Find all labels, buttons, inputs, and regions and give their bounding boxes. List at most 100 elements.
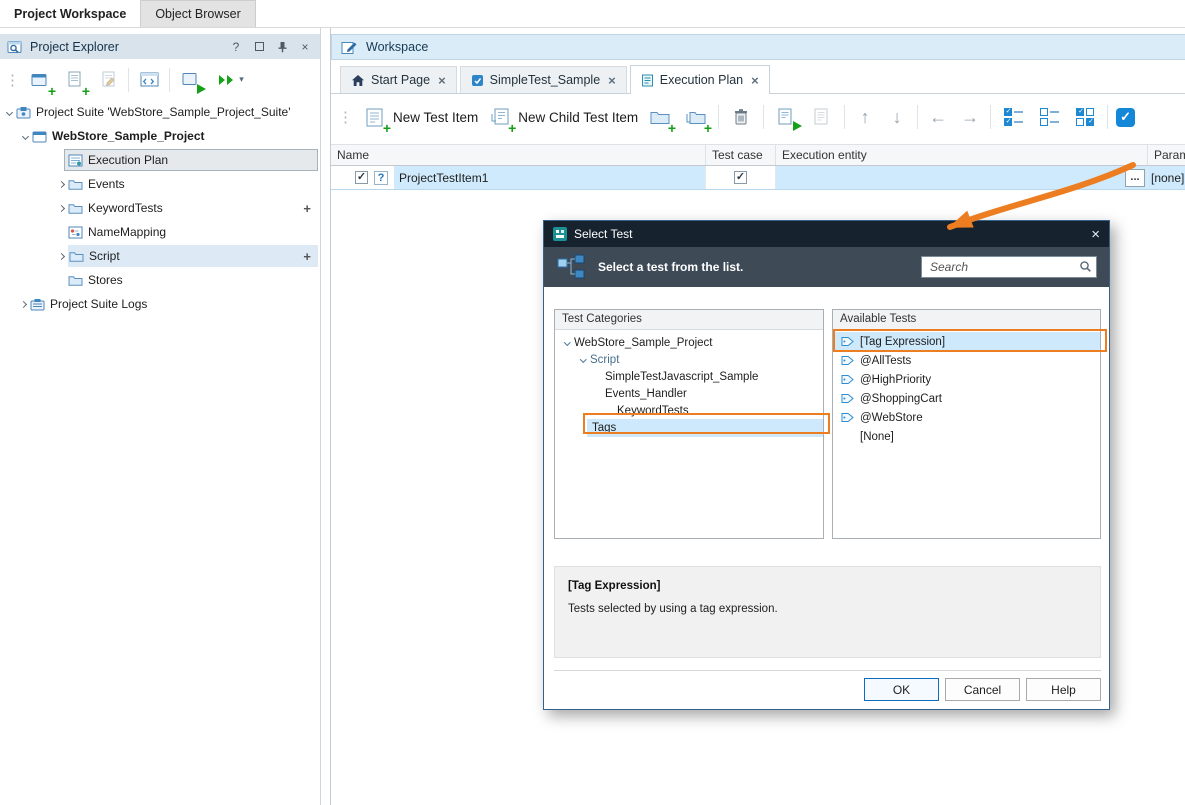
tree-item-project[interactable]: WebStore_Sample_Project: [0, 124, 320, 148]
toggle-check-items-button[interactable]: [1071, 103, 1099, 131]
tree-item-namemapping[interactable]: NameMapping: [0, 220, 320, 244]
execution-entity-cell[interactable]: ...: [776, 166, 1148, 189]
dropdown-arrow-icon: ▾: [239, 74, 244, 85]
close-panel-icon[interactable]: ×: [297, 40, 313, 54]
run-project-button[interactable]: [176, 66, 204, 94]
logs-icon: [30, 298, 45, 311]
chevron-down-icon[interactable]: [18, 134, 32, 139]
run-focused-item-button[interactable]: [772, 103, 800, 131]
category-item-script[interactable]: Script: [555, 351, 823, 368]
home-icon: [351, 74, 365, 87]
tab-simpletest-sample[interactable]: SimpleTest_Sample ×: [460, 66, 627, 93]
plus-badge: +: [82, 86, 90, 97]
folder-icon: [69, 250, 84, 262]
indent-item-button[interactable]: →: [958, 107, 982, 128]
chevron-right-icon[interactable]: [16, 302, 30, 307]
browse-execution-entity-button[interactable]: ...: [1125, 169, 1145, 187]
column-header-name[interactable]: Name: [331, 145, 706, 165]
test-categories-tree: WebStore_Sample_Project Script SimpleTes…: [555, 330, 823, 437]
column-header-test-case[interactable]: Test case: [706, 145, 776, 165]
tree-item-label: NameMapping: [88, 225, 166, 239]
available-test-shoppingcart[interactable]: @ShoppingCart: [833, 389, 1100, 408]
chevron-down-icon[interactable]: [561, 340, 574, 345]
close-icon[interactable]: ×: [438, 73, 446, 88]
tree-item-project-suite[interactable]: Project Suite 'WebStore_Sample_Project_S…: [0, 100, 320, 124]
add-child-group-button[interactable]: +: [682, 103, 710, 131]
tab-start-page[interactable]: Start Page ×: [340, 66, 457, 93]
delete-button[interactable]: [727, 103, 755, 131]
chevron-right-icon[interactable]: [54, 206, 68, 211]
row-enabled-checkbox[interactable]: ✓: [355, 171, 368, 184]
test-case-checkbox[interactable]: ✓: [734, 171, 747, 184]
tag-icon: [841, 393, 854, 404]
tag-icon: [841, 336, 854, 347]
tree-item-execution-plan[interactable]: Execution Plan: [0, 148, 320, 172]
test-item-name[interactable]: ProjectTestItem1: [394, 166, 705, 189]
add-item-button[interactable]: +: [60, 66, 88, 94]
test-case-cell: ✓: [706, 166, 776, 189]
tab-project-workspace[interactable]: Project Workspace: [0, 0, 140, 27]
test-item-row[interactable]: ✓ ? ProjectTestItem1 ✓ ... [none]: [331, 166, 1185, 190]
namemapping-icon: [68, 226, 83, 239]
float-window-icon[interactable]: [251, 42, 267, 51]
toolbar-handle[interactable]: ⋮: [3, 71, 20, 89]
tree-item-project-suite-logs[interactable]: Project Suite Logs: [0, 292, 320, 316]
tab-execution-plan[interactable]: Execution Plan ×: [630, 65, 770, 94]
chevron-down-icon[interactable]: [577, 357, 590, 362]
edit-item-button[interactable]: [94, 66, 122, 94]
available-test-none[interactable]: [None]: [833, 427, 1100, 446]
tree-item-stores[interactable]: Stores: [0, 268, 320, 292]
close-icon[interactable]: ×: [751, 73, 759, 88]
search-input[interactable]: [921, 256, 1097, 278]
tree-item-keywordtests[interactable]: KeywordTests +: [0, 196, 320, 220]
move-up-button[interactable]: ↑: [853, 107, 877, 128]
tree-item-script[interactable]: Script +: [0, 244, 320, 268]
add-group-button[interactable]: +: [646, 103, 674, 131]
help-button[interactable]: Help: [1026, 678, 1101, 701]
run-with-options-button[interactable]: ▾: [210, 66, 250, 94]
outdent-item-button[interactable]: ←: [926, 107, 950, 128]
toolbar-handle[interactable]: ⋮: [336, 108, 353, 126]
tab-project-workspace-label: Project Workspace: [14, 7, 126, 21]
available-test-highpriority[interactable]: @HighPriority: [833, 370, 1100, 389]
tab-object-browser[interactable]: Object Browser: [140, 0, 255, 27]
available-test-alltests[interactable]: @AllTests: [833, 351, 1100, 370]
code-editor-button[interactable]: [135, 66, 163, 94]
available-test-tag-expression[interactable]: [Tag Expression]: [833, 332, 1100, 351]
move-down-button[interactable]: ↓: [885, 107, 909, 128]
enabled-check-icon[interactable]: ✓: [1116, 108, 1135, 127]
chevron-right-icon[interactable]: [54, 182, 68, 187]
tree-item-events[interactable]: Events: [0, 172, 320, 196]
pin-icon[interactable]: [274, 41, 290, 53]
check-all-items-button[interactable]: [999, 103, 1027, 131]
add-project-button[interactable]: +: [26, 66, 54, 94]
help-icon[interactable]: ?: [228, 40, 244, 54]
parameters-cell[interactable]: [none]: [1148, 166, 1185, 189]
category-item-project[interactable]: WebStore_Sample_Project: [555, 334, 823, 351]
cancel-button[interactable]: Cancel: [945, 678, 1020, 701]
add-script-button[interactable]: +: [303, 249, 311, 264]
search-icon[interactable]: [1079, 260, 1092, 273]
dialog-app-icon: [553, 227, 567, 241]
add-keywordtest-button[interactable]: +: [303, 201, 311, 216]
workspace-header: Workspace: [331, 34, 1185, 60]
show-log-button[interactable]: [808, 103, 836, 131]
chevron-down-icon[interactable]: [2, 110, 16, 115]
column-header-execution-entity[interactable]: Execution entity: [776, 145, 1148, 165]
select-test-dialog: Select Test × Select a test from the lis…: [543, 220, 1110, 710]
available-test-webstore[interactable]: @WebStore: [833, 408, 1100, 427]
chevron-right-icon[interactable]: [54, 254, 68, 259]
uncheck-all-items-button[interactable]: [1035, 103, 1063, 131]
new-child-test-item-button[interactable]: + New Child Test Item: [486, 103, 638, 131]
dialog-close-icon[interactable]: ×: [1091, 226, 1100, 243]
new-test-item-button[interactable]: + New Test Item: [361, 103, 478, 131]
category-item-keywordtests[interactable]: KeywordTests: [555, 402, 823, 419]
close-icon[interactable]: ×: [608, 73, 616, 88]
category-item-simpletest[interactable]: SimpleTestJavascript_Sample: [555, 368, 823, 385]
tree-hover-box: Script: [68, 245, 318, 267]
column-header-parameters[interactable]: Param: [1148, 145, 1185, 165]
ok-button[interactable]: OK: [864, 678, 939, 701]
dialog-title-bar[interactable]: Select Test ×: [544, 221, 1109, 247]
category-item-events-handler[interactable]: Events_Handler: [555, 385, 823, 402]
category-item-tags[interactable]: Tags: [587, 419, 823, 437]
